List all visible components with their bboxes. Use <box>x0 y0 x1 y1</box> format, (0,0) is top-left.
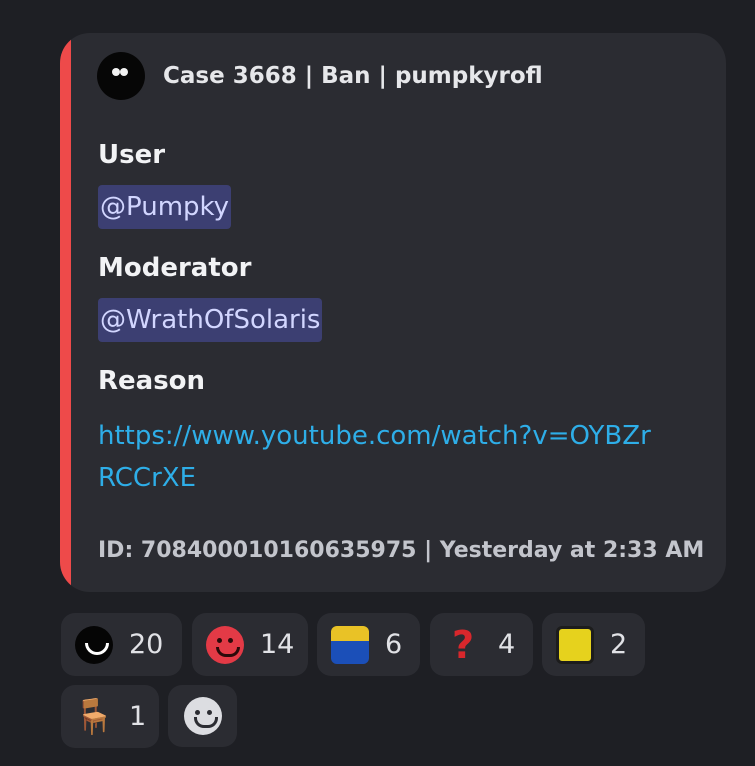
yellow-face-emoji-icon <box>556 625 594 664</box>
reaction-count: 1 <box>129 701 147 732</box>
author-avatar-icon[interactable] <box>97 52 145 100</box>
case-embed: Case 3668 | Ban | pumpkyrofl User @Pumpk… <box>60 33 726 592</box>
reaction-yellow-face[interactable]: 2 <box>542 613 645 676</box>
reason-link[interactable]: https://www.youtube.com/watch?v=OYBZrRCC… <box>98 415 658 499</box>
reaction-figure[interactable]: 6 <box>317 613 420 676</box>
add-reaction-button[interactable] <box>168 685 237 747</box>
field-name-user: User <box>98 140 166 170</box>
reaction-count: 4 <box>498 629 516 660</box>
reaction-black-smile[interactable]: 20 <box>61 613 182 676</box>
figure-emoji-icon <box>331 625 369 664</box>
field-name-moderator: Moderator <box>98 253 252 283</box>
add-reaction-icon <box>183 697 222 735</box>
author-name: Case 3668 | Ban | pumpkyrofl <box>163 63 543 89</box>
reaction-question[interactable]: ? 4 <box>430 613 533 676</box>
reaction-chair[interactable]: 🪑 1 <box>61 685 159 748</box>
embed-author: Case 3668 | Ban | pumpkyrofl <box>97 52 543 100</box>
reaction-count: 6 <box>385 629 403 660</box>
reaction-count: 20 <box>129 629 164 660</box>
user-mention[interactable]: @Pumpky <box>98 185 232 229</box>
reaction-red-smile[interactable]: 14 <box>192 613 308 676</box>
embed-footer: ID: 708400010160635975 | Yesterday at 2:… <box>98 538 705 563</box>
reaction-count: 2 <box>610 629 628 660</box>
reaction-count: 14 <box>260 629 295 660</box>
chair-emoji-icon: 🪑 <box>72 696 116 737</box>
black-smile-emoji-icon <box>75 625 113 664</box>
embed-accent-bar <box>60 33 71 592</box>
question-mark-emoji-icon: ? <box>451 622 475 667</box>
moderator-mention[interactable]: @WrathOfSolaris <box>98 298 323 342</box>
red-smile-emoji-icon <box>206 625 244 664</box>
field-name-reason: Reason <box>98 366 206 396</box>
